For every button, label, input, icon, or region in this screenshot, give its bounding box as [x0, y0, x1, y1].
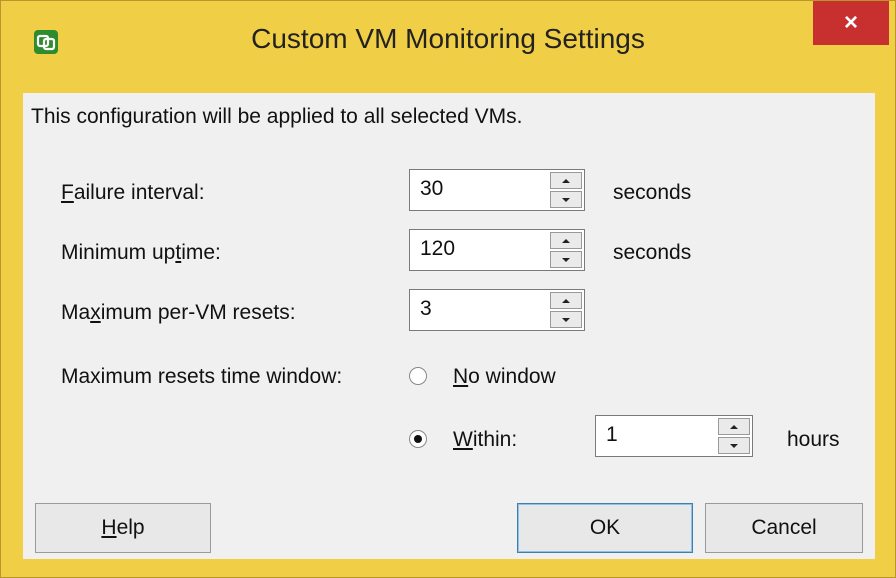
max-resets-up-button[interactable] [550, 292, 582, 309]
failure-interval-up-button[interactable] [550, 172, 582, 189]
arrow-up-icon [562, 178, 570, 183]
dialog-window: Custom VM Monitoring Settings × This con… [0, 0, 896, 578]
minimum-uptime-down-button[interactable] [550, 251, 582, 268]
no-window-label[interactable]: No window [453, 365, 556, 389]
within-hours-down-button[interactable] [718, 437, 750, 454]
help-button[interactable]: Help [35, 503, 211, 553]
radio-selected-dot [414, 435, 422, 443]
max-resets-label: Maximum per-VM resets: [61, 301, 296, 324]
within-label[interactable]: Within: [453, 428, 517, 452]
close-icon: × [843, 9, 858, 36]
minimum-uptime-spinner[interactable]: 120 [409, 229, 585, 271]
failure-interval-down-button[interactable] [550, 191, 582, 208]
cancel-button[interactable]: Cancel [705, 503, 863, 553]
arrow-up-icon [562, 238, 570, 243]
max-resets-value[interactable]: 3 [420, 297, 432, 321]
arrow-up-icon [730, 424, 738, 429]
failure-interval-label: Failure interval: [61, 181, 205, 204]
within-hours-spinner[interactable]: 1 [595, 415, 753, 457]
minimum-uptime-label: Minimum uptime: [61, 241, 221, 264]
failure-interval-spinner[interactable]: 30 [409, 169, 585, 211]
arrow-down-icon [730, 443, 738, 448]
minimum-uptime-value[interactable]: 120 [420, 237, 455, 261]
max-resets-spinner[interactable]: 3 [409, 289, 585, 331]
description-text: This configuration will be applied to al… [31, 105, 523, 128]
failure-interval-unit: seconds [613, 181, 692, 204]
dialog-title: Custom VM Monitoring Settings [251, 23, 645, 54]
arrow-up-icon [562, 298, 570, 303]
arrow-down-icon [562, 257, 570, 262]
dialog-body: This configuration will be applied to al… [23, 93, 875, 559]
title-bar[interactable]: Custom VM Monitoring Settings × [1, 1, 895, 89]
ok-button[interactable]: OK [517, 503, 693, 553]
within-hours-up-button[interactable] [718, 418, 750, 435]
within-hours-unit: hours [787, 428, 840, 451]
within-radio[interactable] [409, 430, 427, 448]
time-window-label: Maximum resets time window: [61, 365, 343, 388]
failure-interval-value[interactable]: 30 [420, 177, 443, 201]
minimum-uptime-up-button[interactable] [550, 232, 582, 249]
within-hours-value[interactable]: 1 [606, 423, 618, 447]
arrow-down-icon [562, 197, 570, 202]
no-window-radio[interactable] [409, 367, 427, 385]
minimum-uptime-unit: seconds [613, 241, 692, 264]
arrow-down-icon [562, 317, 570, 322]
max-resets-down-button[interactable] [550, 311, 582, 328]
close-button[interactable]: × [813, 1, 889, 45]
